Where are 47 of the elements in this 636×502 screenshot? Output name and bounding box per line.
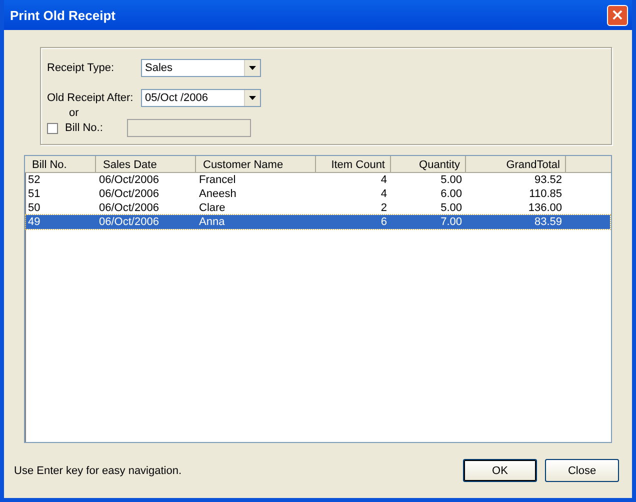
table-cell-text: 6	[380, 215, 388, 229]
column-header[interactable]: Item Count	[316, 156, 391, 173]
field-label: Old Receipt After:	[46, 92, 134, 104]
table-cell-text: 136.00	[527, 201, 563, 215]
field-label: Bill No.:	[64, 122, 104, 134]
table-cell-text: 4	[380, 173, 388, 187]
table-cell-text: 110.85	[528, 187, 563, 201]
window-title: Print Old Receipt	[9, 8, 116, 22]
table-cell-text: 51	[27, 187, 42, 201]
table-cell-text: 5.00	[440, 173, 463, 187]
table-row[interactable]: 51 06/Oct/2006 Aneesh 4 6.00 110.85	[26, 187, 610, 201]
or-label: or	[69, 108, 80, 118]
column-header[interactable]: Bill No.	[25, 156, 96, 173]
table-cell-text: Aneesh	[198, 187, 238, 201]
close-button[interactable]: Close	[545, 459, 619, 482]
table-cell-text: 50	[27, 201, 42, 215]
table-cell-text: Clare	[198, 201, 226, 215]
table-cell-text: 52	[27, 173, 42, 187]
table-row[interactable]: 50 06/Oct/2006 Clare 2 5.00 136.00	[26, 201, 610, 215]
hint-text: Use Enter key for easy navigation.	[14, 464, 182, 476]
table-cell-text: 2	[380, 201, 388, 215]
table-cell-text: 6.00	[440, 187, 463, 201]
column-header[interactable]: GrandTotal	[466, 156, 566, 173]
table-cell-text: 06/Oct/2006	[98, 215, 160, 229]
table-cell-text: 93.52	[533, 173, 563, 187]
table-cell-text: 06/Oct/2006	[98, 201, 160, 215]
bill-no-field[interactable]	[127, 119, 251, 137]
table-cell-text: 06/Oct/2006	[98, 187, 160, 201]
column-header[interactable]: Sales Date	[96, 156, 196, 173]
table-cell-text: Francel	[198, 173, 237, 187]
bill-no-checkbox[interactable]	[47, 122, 58, 134]
table-cell-text: 7.00	[440, 215, 463, 229]
table-cell-text: 49	[27, 215, 42, 229]
column-header[interactable]: Customer Name	[196, 156, 316, 173]
table-cell-text: 4	[380, 187, 388, 201]
ok-button[interactable]: OK	[463, 459, 537, 482]
table-cell-text: 83.59	[533, 215, 563, 229]
column-header[interactable]: Quantity	[391, 156, 466, 173]
close-button[interactable]: ×	[607, 4, 628, 26]
receipt-type-dropdown[interactable]: Sales	[141, 59, 261, 77]
table-cell-text: 5.00	[440, 201, 463, 215]
table-cell-text: 06/Oct/2006	[98, 173, 160, 187]
field-label: Receipt Type:	[46, 62, 116, 74]
date-dropdown[interactable]: 05/Oct /2006	[141, 89, 261, 107]
table-row[interactable]: 49 06/Oct/2006 Anna 6 7.00 83.59	[26, 215, 610, 229]
table-row[interactable]: 52 06/Oct/2006 Francel 4 5.00 93.52	[26, 173, 610, 187]
table-cell-text: Anna	[198, 215, 226, 229]
